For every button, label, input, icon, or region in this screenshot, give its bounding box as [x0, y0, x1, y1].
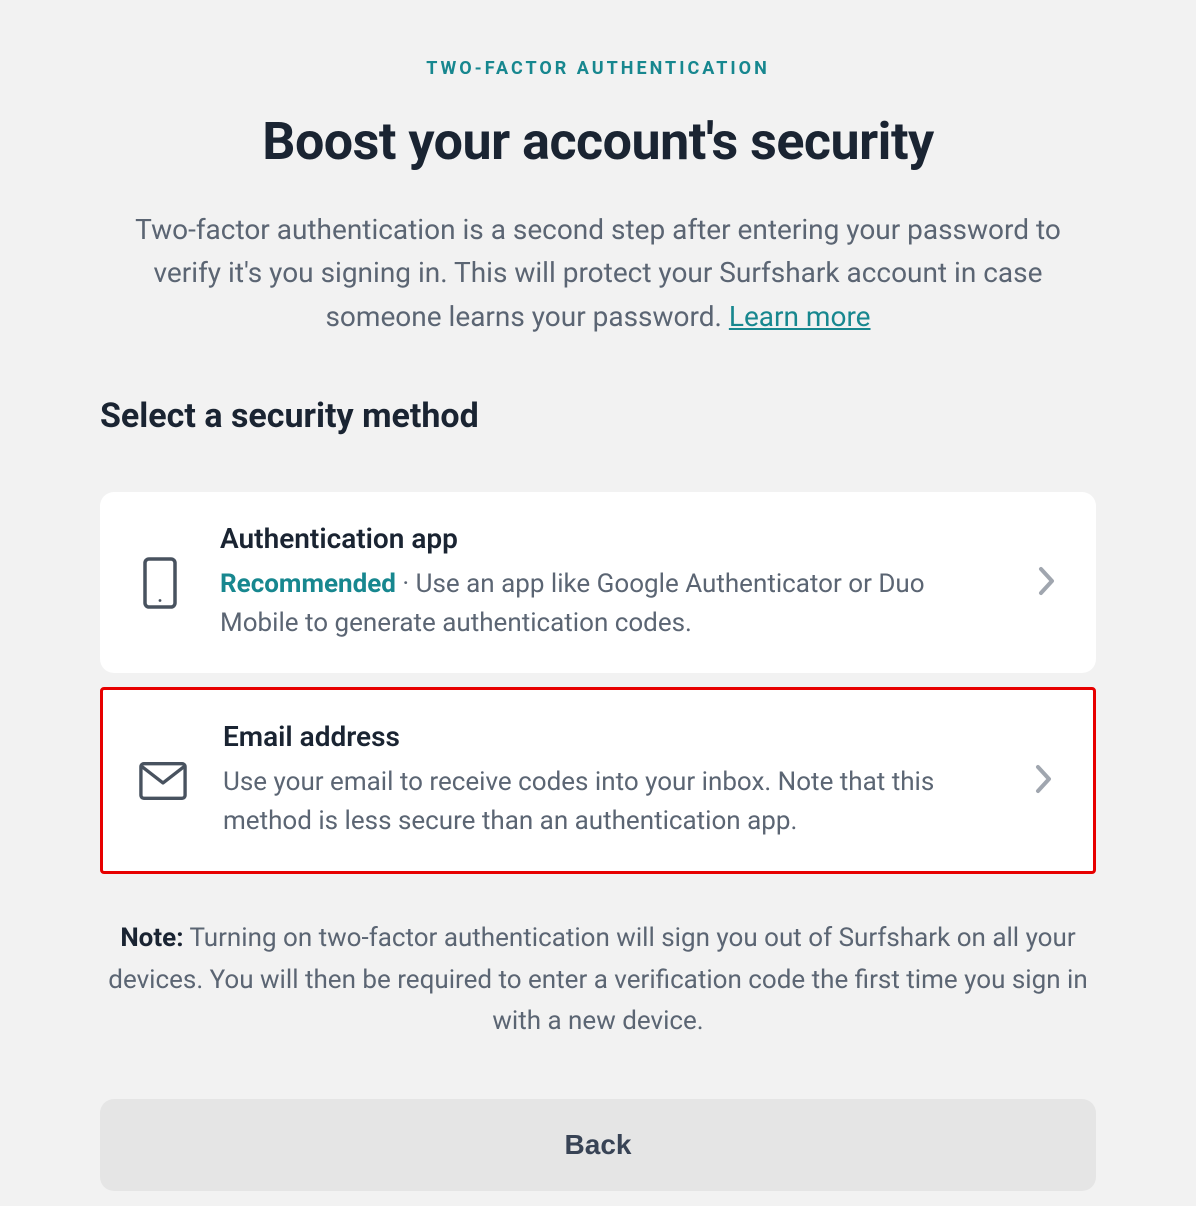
method-description-text: Use your email to receive codes into you… [223, 767, 934, 836]
intro-text: Two-factor authentication is a second st… [135, 213, 1061, 333]
learn-more-link[interactable]: Learn more [729, 300, 871, 333]
section-title: Select a security method [100, 396, 1096, 436]
envelope-icon [139, 761, 187, 801]
note-text: Turning on two-factor authentication wil… [108, 923, 1087, 1036]
method-description: Use your email to receive codes into you… [223, 763, 999, 841]
chevron-right-icon [1035, 764, 1053, 798]
two-factor-setup-panel: TWO-FACTOR AUTHENTICATION Boost your acc… [100, 58, 1096, 1191]
intro-paragraph: Two-factor authentication is a second st… [100, 208, 1096, 338]
smartphone-icon [136, 557, 184, 609]
note-paragraph: Note: Turning on two-factor authenticati… [100, 918, 1096, 1043]
method-title: Authentication app [220, 522, 1002, 555]
recommended-badge: Recommended [220, 569, 396, 599]
note-label: Note: [120, 923, 183, 953]
method-card-authentication-app[interactable]: Authentication app Recommended · Use an … [100, 492, 1096, 673]
method-title: Email address [223, 720, 999, 753]
page-title: Boost your account's security [100, 111, 1096, 172]
chevron-right-icon [1038, 566, 1056, 600]
separator: · [396, 569, 416, 599]
method-card-email[interactable]: Email address Use your email to receive … [100, 687, 1096, 874]
eyebrow-label: TWO-FACTOR AUTHENTICATION [100, 58, 1096, 79]
method-content: Authentication app Recommended · Use an … [220, 522, 1002, 643]
method-content: Email address Use your email to receive … [223, 720, 999, 841]
back-button[interactable]: Back [100, 1099, 1096, 1191]
method-description: Recommended · Use an app like Google Aut… [220, 565, 1002, 643]
